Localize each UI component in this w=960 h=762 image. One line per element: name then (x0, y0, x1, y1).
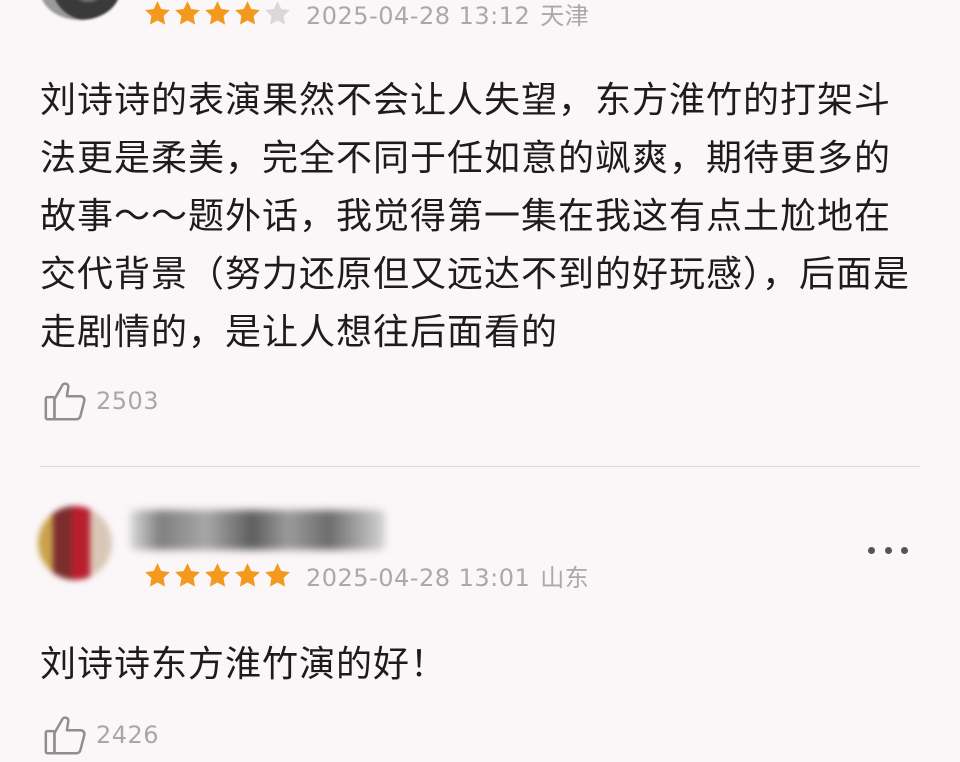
star-filled-icon (263, 561, 292, 590)
star-filled-icon (203, 561, 232, 590)
star-filled-icon (143, 0, 172, 28)
more-options-button[interactable] (868, 542, 908, 558)
review-text: 刘诗诗东方淮竹演的好！ (40, 644, 448, 685)
star-filled-icon (173, 561, 202, 590)
review-date: 2025-04-28 13:12 (306, 1, 531, 30)
review-date: 2025-04-28 13:01 (306, 563, 531, 592)
star-filled-icon (233, 0, 262, 28)
like-count: 2426 (96, 721, 160, 749)
star-empty-icon (263, 0, 292, 28)
thumbs-up-icon (42, 712, 88, 758)
star-rating (143, 0, 292, 28)
star-filled-icon (233, 561, 262, 590)
review-meta: 2025-04-28 13:01 山东 (143, 558, 589, 592)
review-item: 2025-04-28 13:01 山东 刘诗诗东方淮竹演的好！ 2426 (0, 468, 960, 762)
like-count: 2503 (96, 387, 160, 415)
avatar[interactable] (40, 0, 120, 20)
review-meta: 2025-04-28 13:12 天津 (143, 0, 589, 30)
avatar[interactable] (38, 506, 112, 580)
divider (40, 466, 920, 467)
star-filled-icon (173, 0, 202, 28)
like-button[interactable]: 2426 (42, 712, 159, 758)
review-location: 天津 (540, 1, 590, 30)
review-item: 2025-04-28 13:12 天津 刘诗诗的表演果然不会让人失望，东方淮竹的打… (0, 0, 960, 466)
username-blurred[interactable] (130, 510, 385, 550)
review-location: 山东 (540, 563, 590, 592)
star-filled-icon (143, 561, 172, 590)
star-rating (143, 561, 292, 590)
like-button[interactable]: 2503 (42, 378, 159, 424)
more-dots-icon (868, 546, 875, 554)
thumbs-up-icon (42, 378, 88, 424)
review-text: 刘诗诗的表演果然不会让人失望，东方淮竹的打架斗法更是柔美，完全不同于任如意的飒爽… (40, 80, 911, 353)
star-filled-icon (203, 0, 232, 28)
